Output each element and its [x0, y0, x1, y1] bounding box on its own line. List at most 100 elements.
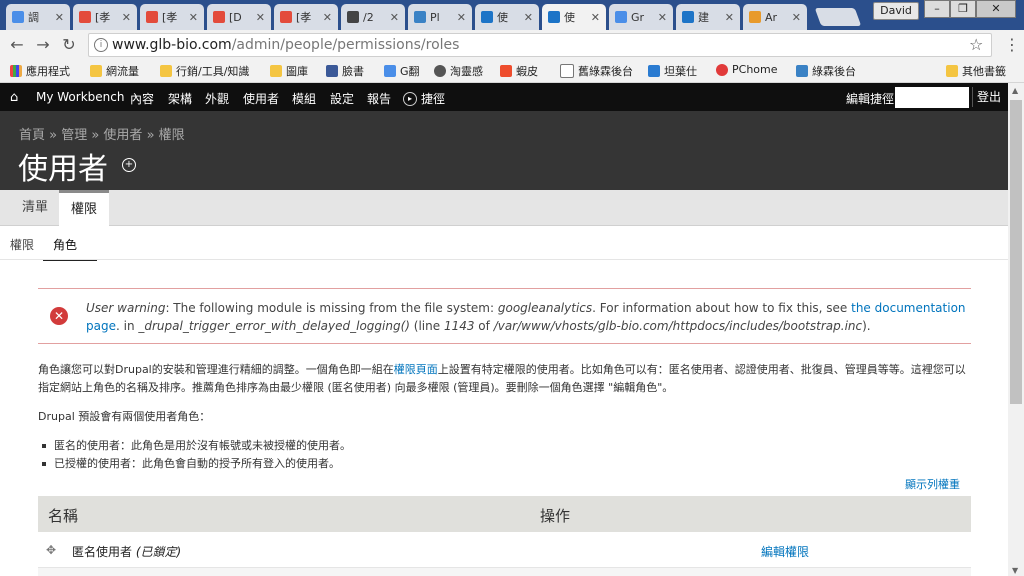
warning-message-part: . For information about how to fix this,…	[592, 301, 852, 315]
browser-tab[interactable]: 調 ✕	[6, 4, 70, 30]
bookmark-item[interactable]: PChome	[716, 63, 778, 76]
subtab-roles[interactable]: 角色	[43, 232, 98, 261]
bookmark-item[interactable]: 舊綠霖後台	[560, 63, 633, 79]
bookmark-item[interactable]: 綠霖後台	[796, 63, 856, 79]
favicon-icon	[481, 11, 493, 23]
bookmark-label: 坦葉仕	[664, 65, 697, 78]
home-icon[interactable]: ⌂	[10, 90, 18, 105]
add-shortcut-icon[interactable]: +	[122, 158, 136, 172]
breadcrumb[interactable]: 首頁 » 管理 » 使用者 » 權限	[19, 124, 185, 143]
reload-icon[interactable]: ↻	[60, 36, 78, 54]
close-tab-icon[interactable]: ✕	[658, 11, 667, 24]
pchome-icon	[716, 63, 728, 76]
subtab-permissions[interactable]: 權限	[10, 232, 34, 259]
toolbar-people[interactable]: 使用者	[243, 90, 279, 107]
profile-button[interactable]: David	[873, 2, 919, 20]
bookmark-label: 應用程式	[26, 65, 70, 78]
scrollbar-thumb[interactable]	[1010, 100, 1022, 404]
tab-permissions[interactable]: 權限	[59, 190, 110, 229]
browser-tab[interactable]: /2 ✕	[341, 4, 405, 30]
close-tab-icon[interactable]: ✕	[55, 11, 64, 24]
toolbar-structure[interactable]: 架構	[168, 90, 192, 107]
browser-tab[interactable]: [D ✕	[207, 4, 271, 30]
favicon-icon	[347, 11, 359, 23]
toolbar-my-workbench[interactable]: My Workbench	[36, 90, 124, 104]
bookmark-other[interactable]: 其他書籤	[946, 63, 1006, 79]
apps-icon	[10, 65, 22, 77]
table-row	[38, 568, 971, 576]
close-tab-icon[interactable]: ✕	[256, 11, 265, 24]
folder-icon	[946, 65, 958, 77]
page-header	[0, 111, 1008, 190]
minimize-button[interactable]: –	[924, 0, 950, 18]
scroll-up-icon[interactable]: ▲	[1012, 86, 1018, 95]
favicon-icon	[749, 11, 761, 23]
scroll-down-icon[interactable]: ▼	[1012, 566, 1018, 575]
warning-file: /var/www/vhosts/glb-bio.com/httpdocs/inc…	[493, 319, 863, 333]
browser-tab[interactable]: [孝 ✕	[140, 4, 204, 30]
divider	[0, 259, 1008, 260]
permissions-page-link[interactable]: 權限頁面	[394, 363, 438, 376]
forward-icon[interactable]: →	[34, 36, 52, 54]
toolbar-appearance[interactable]: 外觀	[205, 90, 229, 107]
bookmark-item[interactable]: 圖庫	[270, 63, 308, 79]
bookmark-item[interactable]: 網流量	[90, 63, 139, 79]
close-tab-icon[interactable]: ✕	[524, 11, 533, 24]
search-box[interactable]	[895, 87, 969, 108]
close-window-button[interactable]: ✕	[976, 0, 1016, 18]
info-icon[interactable]: i	[94, 38, 108, 52]
toolbar-modules[interactable]: 模組	[292, 90, 316, 107]
browser-tab[interactable]: Ar ✕	[743, 4, 807, 30]
tab-title: [孝	[162, 11, 178, 24]
drag-handle-icon[interactable]: ✥	[46, 543, 56, 557]
default-roles-intro: Drupal 預設會有兩個使用者角色：	[38, 410, 211, 423]
close-tab-icon[interactable]: ✕	[323, 11, 332, 24]
edit-permissions-link[interactable]: 編輯權限	[761, 543, 809, 560]
bookmark-item[interactable]: 坦葉仕	[648, 63, 697, 79]
bookmark-apps[interactable]: 應用程式	[10, 63, 70, 79]
close-tab-icon[interactable]: ✕	[725, 11, 734, 24]
toolbar-shortcuts[interactable]: ▸ 捷徑	[403, 90, 445, 107]
toolbar-content[interactable]: 內容	[130, 90, 154, 107]
browser-tab[interactable]: Pl ✕	[408, 4, 472, 30]
browser-tab[interactable]: 使 ✕	[542, 4, 606, 30]
browser-tab[interactable]: [孝 ✕	[274, 4, 338, 30]
close-tab-icon[interactable]: ✕	[122, 11, 131, 24]
bookmark-item[interactable]: 行銷/工具/知識	[160, 63, 249, 79]
favicon-icon	[79, 11, 91, 23]
bookmark-item[interactable]: 臉書	[326, 63, 364, 79]
back-icon[interactable]: ←	[8, 36, 26, 54]
bookmark-label: G翻	[400, 65, 420, 78]
new-tab-button[interactable]	[814, 8, 862, 26]
menu-icon[interactable]: ⋮	[1004, 35, 1020, 54]
browser-tab[interactable]: Gr ✕	[609, 4, 673, 30]
bookmark-item[interactable]: 淘靈感	[434, 63, 483, 79]
toolbar-reports[interactable]: 報告	[367, 90, 391, 107]
close-tab-icon[interactable]: ✕	[189, 11, 198, 24]
close-tab-icon[interactable]: ✕	[390, 11, 399, 24]
close-tab-icon[interactable]: ✕	[457, 11, 466, 24]
bookmark-label: 淘靈感	[450, 65, 483, 78]
shortcut-label: 捷徑	[421, 92, 446, 106]
maximize-button[interactable]: ❐	[950, 0, 976, 18]
tab-title: /2	[363, 10, 374, 24]
facebook-icon	[326, 65, 338, 77]
role-name: 匿名使用者 (已鎖定)	[72, 543, 181, 560]
browser-tab[interactable]: [孝 ✕	[73, 4, 137, 30]
warning-function: _drupal_trigger_error_with_delayed_loggi…	[138, 319, 410, 333]
tab-list[interactable]: 清單	[10, 190, 60, 226]
edit-shortcuts-link[interactable]: 編輯捷徑	[846, 90, 894, 107]
show-row-weights-link[interactable]: 顯示列權重	[905, 476, 960, 492]
close-tab-icon[interactable]: ✕	[591, 11, 600, 24]
close-tab-icon[interactable]: ✕	[792, 11, 801, 24]
bookmark-item[interactable]: G翻	[384, 63, 420, 79]
toolbar-config[interactable]: 設定	[330, 90, 354, 107]
browser-tab[interactable]: 使 ✕	[475, 4, 539, 30]
bookmark-item[interactable]: 蝦皮	[500, 63, 538, 79]
tab-title: 調	[28, 11, 39, 24]
star-icon[interactable]: ☆	[969, 35, 983, 54]
tab-title: [D	[229, 10, 242, 24]
browser-tab[interactable]: 建 ✕	[676, 4, 740, 30]
column-header-name: 名稱	[48, 507, 79, 525]
logout-link[interactable]: 登出	[972, 87, 1005, 107]
